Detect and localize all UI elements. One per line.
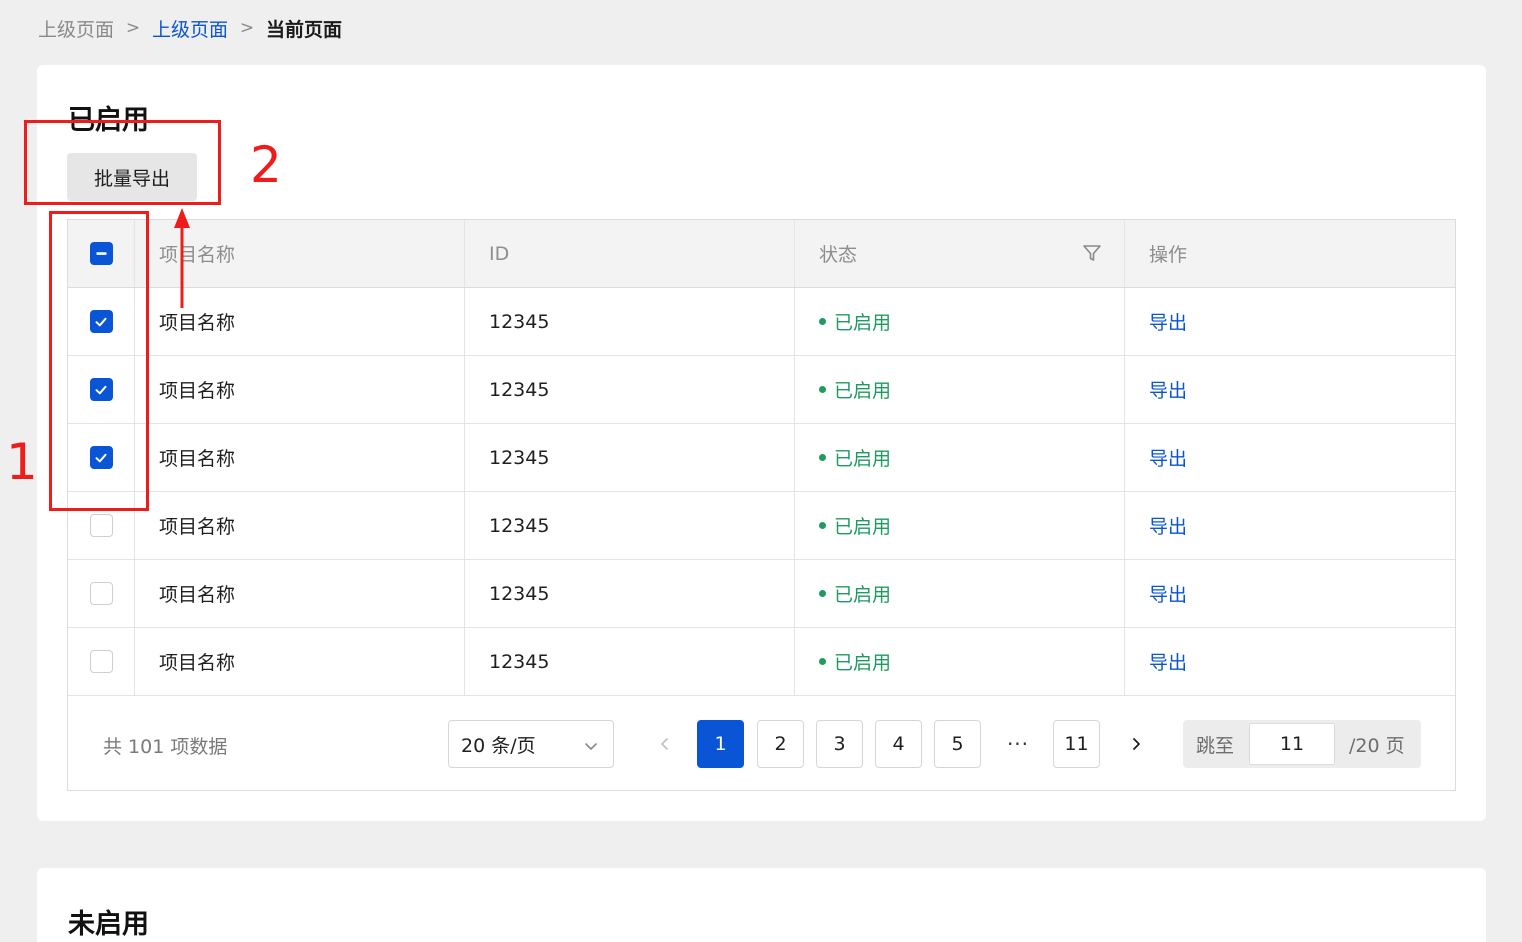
table-row: 项目名称 12345 已启用 导出 xyxy=(68,492,1455,560)
page-button-4[interactable]: 4 xyxy=(875,720,922,768)
breadcrumb-item-1[interactable]: 上级页面 xyxy=(38,15,114,42)
chevron-right-icon xyxy=(1133,738,1140,750)
status-badge: 已启用 xyxy=(819,512,891,539)
status-dot-icon xyxy=(819,386,826,393)
cell-id: 12345 xyxy=(465,288,795,355)
table-row: 项目名称 12345 已启用 导出 xyxy=(68,560,1455,628)
row-checkbox[interactable] xyxy=(89,582,113,605)
status-badge: 已启用 xyxy=(819,308,891,335)
status-label: 已启用 xyxy=(834,312,892,334)
page-button-last[interactable]: 11 xyxy=(1053,720,1100,768)
cell-id: 12345 xyxy=(465,560,795,627)
breadcrumb-separator-icon: > xyxy=(239,18,255,38)
page-size-value: 20 条/页 xyxy=(461,734,536,757)
cell-id: 12345 xyxy=(465,628,795,695)
column-header-status: 状态 xyxy=(795,220,1125,287)
status-badge: 已启用 xyxy=(819,376,891,403)
status-dot-icon xyxy=(819,658,826,665)
column-header-id: ID xyxy=(465,220,795,287)
export-link[interactable]: 导出 xyxy=(1149,512,1187,539)
page-jumper: 跳至 11 /20 页 xyxy=(1183,720,1421,768)
page-button-3[interactable]: 3 xyxy=(816,720,863,768)
row-checkbox[interactable] xyxy=(89,514,113,537)
breadcrumb-item-2[interactable]: 上级页面 xyxy=(152,15,228,42)
pagination-ellipsis[interactable]: ··· xyxy=(998,720,1038,768)
status-badge: 已启用 xyxy=(819,444,891,471)
annotation-label-1: 1 xyxy=(6,433,38,491)
annotation-box-batch-export xyxy=(24,120,221,205)
section-title: 未启用 xyxy=(68,909,149,940)
column-header-status-label: 状态 xyxy=(819,244,858,266)
prev-page-button[interactable] xyxy=(651,720,679,768)
column-header-action: 操作 xyxy=(1149,244,1188,266)
table-row: 项目名称 12345 已启用 导出 xyxy=(68,356,1455,424)
export-link[interactable]: 导出 xyxy=(1149,308,1187,335)
page-size-select[interactable]: 20 条/页 xyxy=(448,720,614,768)
page-button-1[interactable]: 1 xyxy=(697,720,744,768)
jump-page-input[interactable]: 11 xyxy=(1249,723,1335,765)
status-badge: 已启用 xyxy=(819,580,891,607)
status-label: 已启用 xyxy=(834,448,892,470)
export-link[interactable]: 导出 xyxy=(1149,648,1187,675)
filter-icon[interactable] xyxy=(1082,243,1102,268)
status-dot-icon xyxy=(819,318,826,325)
page-button-5[interactable]: 5 xyxy=(934,720,981,768)
breadcrumb: 上级页面 > 上级页面 > 当前页面 xyxy=(38,14,342,42)
cell-id: 12345 xyxy=(465,356,795,423)
status-label: 已启用 xyxy=(834,516,892,538)
cell-name: 项目名称 xyxy=(135,356,465,423)
cell-name: 项目名称 xyxy=(135,424,465,491)
table-row: 项目名称 12345 已启用 导出 xyxy=(68,628,1455,696)
export-link[interactable]: 导出 xyxy=(1149,376,1187,403)
pagination-bar: 共 101 项数据 20 条/页 1 2 3 4 5 ··· 11 跳至 11 … xyxy=(68,696,1455,790)
table-row: 项目名称 12345 已启用 导出 xyxy=(68,424,1455,492)
chevron-down-icon xyxy=(583,737,599,759)
status-badge: 已启用 xyxy=(819,648,891,675)
cell-id: 12345 xyxy=(465,424,795,491)
cell-name: 项目名称 xyxy=(135,492,465,559)
page-button-2[interactable]: 2 xyxy=(757,720,804,768)
status-dot-icon xyxy=(819,522,826,529)
next-page-button[interactable] xyxy=(1122,720,1150,768)
cell-id: 12345 xyxy=(465,492,795,559)
breadcrumb-separator-icon: > xyxy=(125,18,141,38)
row-checkbox[interactable] xyxy=(89,650,113,673)
total-count: 共 101 项数据 xyxy=(103,736,228,758)
page: 上级页面 > 上级页面 > 当前页面 已启用 批量导出 项目名称 ID 状态 操… xyxy=(0,0,1522,942)
table-header-row: 项目名称 ID 状态 操作 xyxy=(68,220,1455,288)
export-link[interactable]: 导出 xyxy=(1149,580,1187,607)
data-table: 项目名称 ID 状态 操作 项目名称 12345 已启用 导出 项目名称 123… xyxy=(67,219,1456,791)
status-dot-icon xyxy=(819,590,826,597)
annotation-label-2: 2 xyxy=(250,136,282,194)
disabled-section-card: 未启用 xyxy=(37,868,1486,942)
cell-name: 项目名称 xyxy=(135,560,465,627)
export-link[interactable]: 导出 xyxy=(1149,444,1187,471)
cell-name: 项目名称 xyxy=(135,628,465,695)
annotation-arrow-icon xyxy=(174,208,190,308)
table-row: 项目名称 12345 已启用 导出 xyxy=(68,288,1455,356)
annotation-box-checkboxes xyxy=(49,211,149,511)
chevron-left-icon xyxy=(661,738,668,750)
jump-label: 跳至 xyxy=(1196,734,1235,757)
jump-suffix: /20 页 xyxy=(1349,734,1405,757)
status-dot-icon xyxy=(819,454,826,461)
breadcrumb-current: 当前页面 xyxy=(266,18,343,41)
status-label: 已启用 xyxy=(834,584,892,606)
status-label: 已启用 xyxy=(834,652,892,674)
status-label: 已启用 xyxy=(834,380,892,402)
